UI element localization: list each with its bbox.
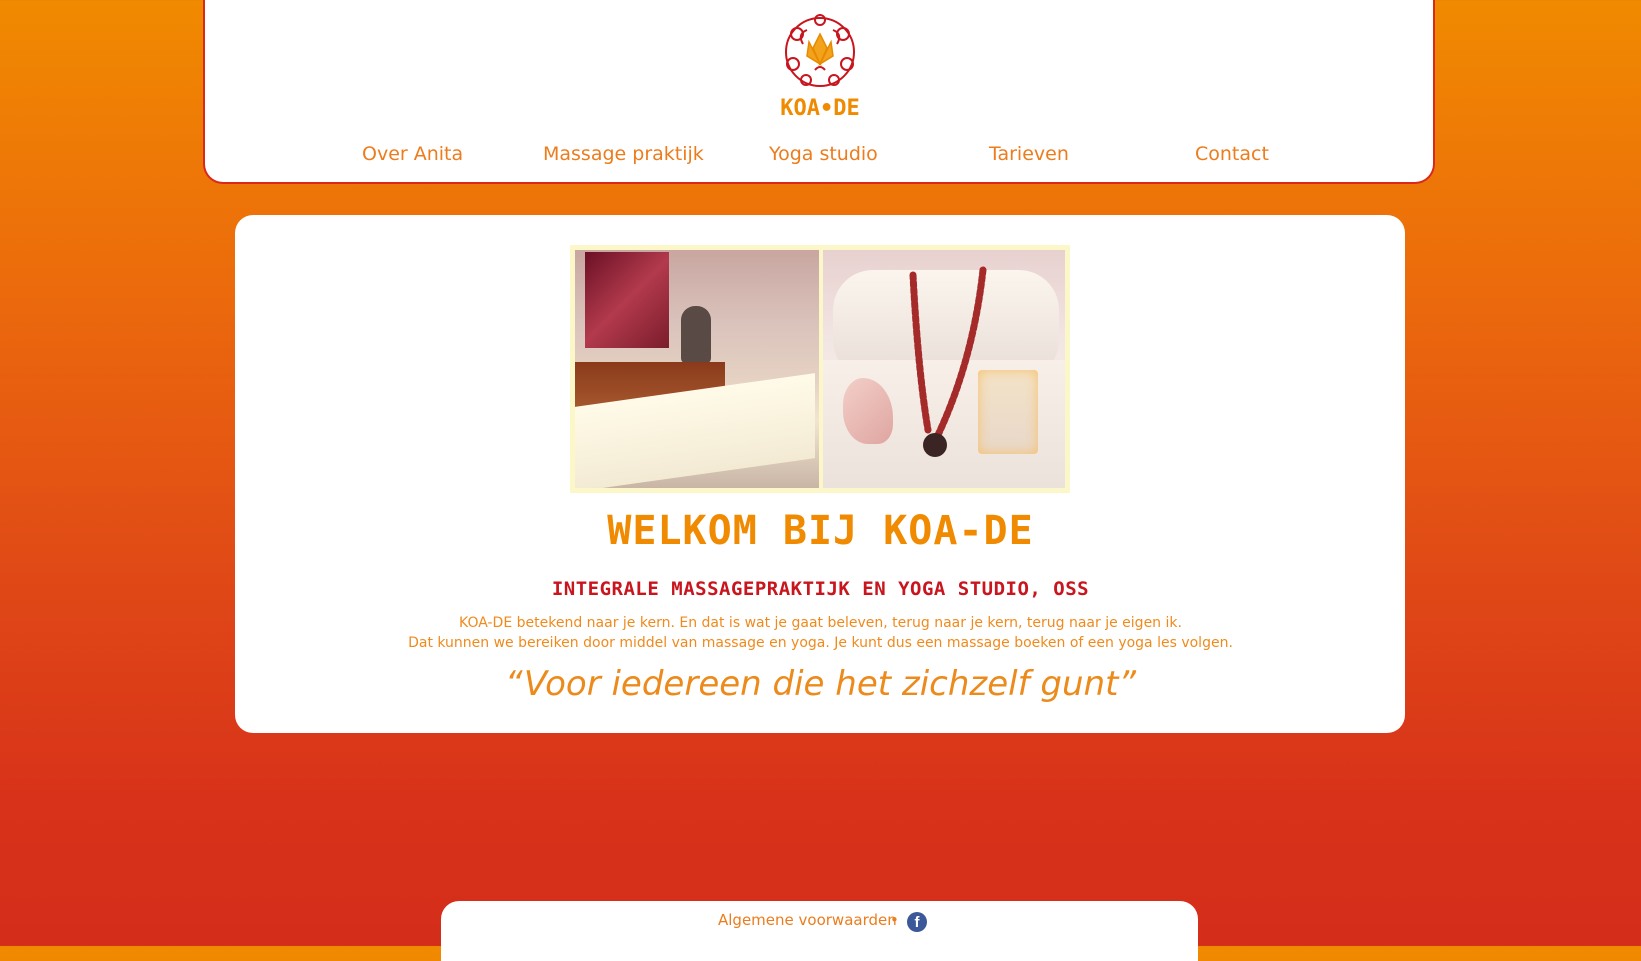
massage-room-photo xyxy=(575,250,819,488)
page-subtitle: INTEGRALE MASSAGEPRAKTIJK EN YOGA STUDIO… xyxy=(551,578,1090,600)
nav-item-contact[interactable]: Contact xyxy=(1195,143,1269,165)
tagline-quote: “Voor iedereen die het zichzelf gunt” xyxy=(504,664,1137,704)
intro-line-2: Dat kunnen we bereiken door middel van m… xyxy=(408,635,1233,651)
terms-link[interactable]: Algemene voorwaarden xyxy=(718,911,897,929)
brand-wordmark: KOA•DE xyxy=(780,96,860,121)
nav-item-massage-praktijk[interactable]: Massage praktijk xyxy=(543,143,704,165)
site-footer xyxy=(441,901,1198,961)
towels-beads-photo xyxy=(823,250,1065,488)
intro-line-1: KOA-DE betekend naar je kern. En dat is … xyxy=(459,615,1182,631)
mala-beads xyxy=(909,266,987,457)
footer-separator: • xyxy=(890,911,899,929)
facebook-icon[interactable]: f xyxy=(907,912,927,932)
buddha-statue xyxy=(681,306,711,364)
main-nav: Over Anita Massage praktijk Yoga studio … xyxy=(0,143,1641,173)
painting-decoration xyxy=(585,252,669,348)
nav-item-tarieven[interactable]: Tarieven xyxy=(989,143,1069,165)
page-title: WELKOM BIJ KOA-DE xyxy=(607,508,1034,554)
hero-image xyxy=(570,245,1070,493)
nav-item-over-anita[interactable]: Over Anita xyxy=(362,143,463,165)
nav-item-yoga-studio[interactable]: Yoga studio xyxy=(769,143,878,165)
